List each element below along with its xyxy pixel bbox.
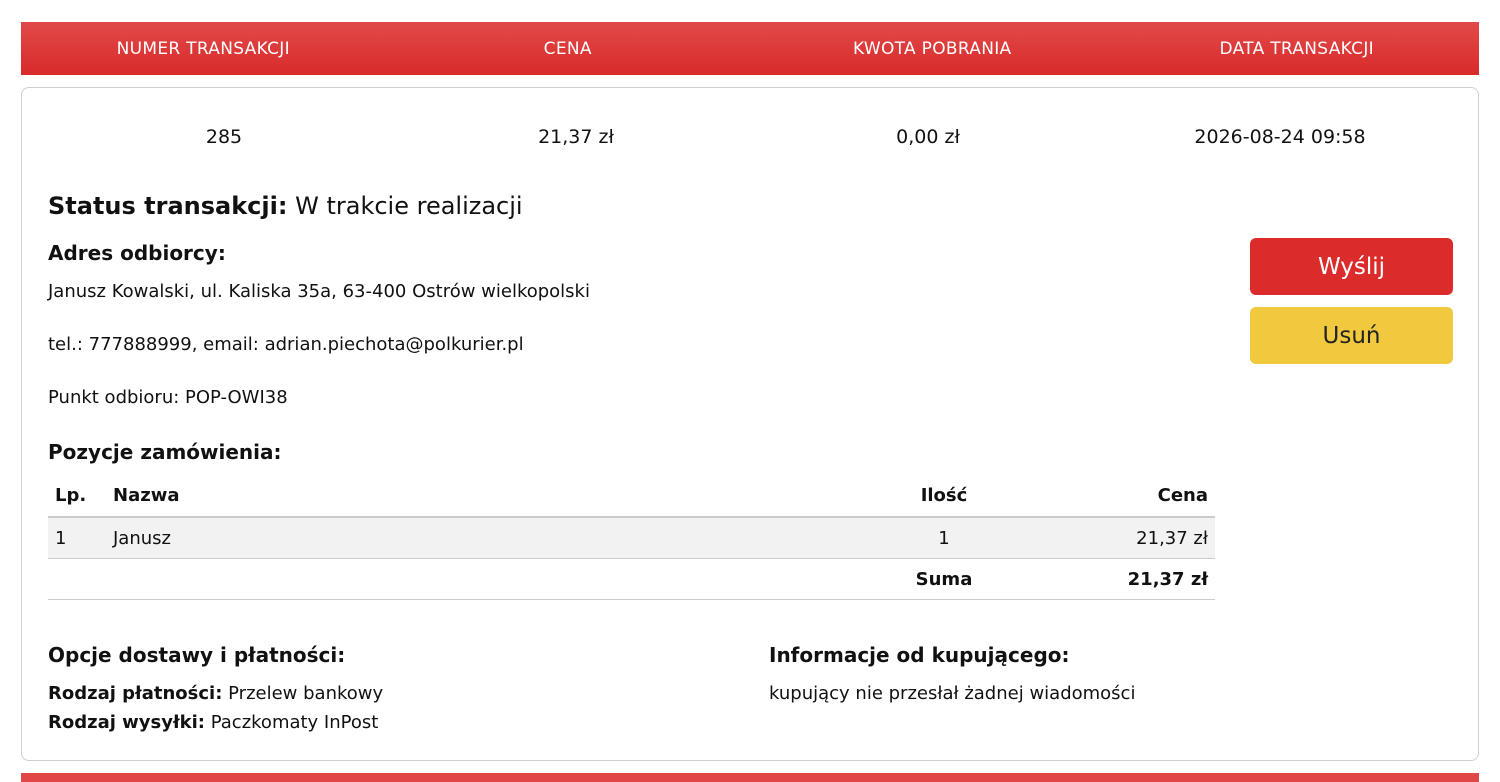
recipient-address: Janusz Kowalski, ul. Kaliska 35a, 63-400… bbox=[48, 281, 590, 302]
sum-row: Suma 21,37 zł bbox=[48, 558, 1215, 600]
delete-button[interactable]: Usuń bbox=[1250, 307, 1453, 364]
transaction-card: 285 21,37 zł 0,00 zł 2026-08-24 09:58 St… bbox=[21, 87, 1479, 761]
recipient-pickup-point: Punkt odbioru: POP-OWI38 bbox=[48, 387, 288, 408]
header-transaction-date: DATA TRANSAKCJI bbox=[1219, 38, 1374, 59]
column-header-name: Nazwa bbox=[106, 474, 887, 518]
transaction-date: 2026-08-24 09:58 bbox=[1194, 126, 1366, 148]
delivery-section-title: Opcje dostawy i płatności: bbox=[48, 643, 346, 667]
order-items-header-row: Lp. Nazwa Ilość Cena bbox=[48, 474, 1215, 518]
transaction-summary-row: 285 21,37 zł 0,00 zł 2026-08-24 09:58 bbox=[48, 126, 1456, 148]
transactions-table-header: NUMER TRANSAKCJI CENA KWOTA POBRANIA DAT… bbox=[21, 22, 1479, 75]
sum-value: 21,37 zł bbox=[1001, 558, 1215, 600]
transaction-cod-amount: 0,00 zł bbox=[896, 126, 960, 148]
recipient-contact: tel.: 777888999, email: adrian.piechota@… bbox=[48, 334, 524, 355]
transaction-number: 285 bbox=[205, 126, 243, 148]
shipping-type-label: Rodzaj wysyłki: bbox=[48, 712, 205, 733]
payment-type-label: Rodzaj płatności: bbox=[48, 683, 223, 704]
order-items-table: Lp. Nazwa Ilość Cena 1 Janusz 1 21,37 zł… bbox=[48, 474, 1215, 600]
column-header-price: Cena bbox=[1001, 474, 1215, 518]
next-transaction-header-edge bbox=[21, 773, 1479, 782]
transaction-status: Status transakcji: W trakcie realizacji bbox=[48, 192, 523, 220]
header-transaction-number: NUMER TRANSAKCJI bbox=[116, 38, 290, 59]
buyer-info-title: Informacje od kupującego: bbox=[769, 643, 1070, 667]
transaction-price: 21,37 zł bbox=[538, 126, 614, 148]
item-quantity: 1 bbox=[887, 517, 1001, 559]
shipping-type-value: Paczkomaty InPost bbox=[205, 712, 379, 733]
item-price: 21,37 zł bbox=[1001, 517, 1215, 559]
shipping-type: Rodzaj wysyłki: Paczkomaty InPost bbox=[48, 712, 378, 733]
transaction-page: NUMER TRANSAKCJI CENA KWOTA POBRANIA DAT… bbox=[0, 0, 1500, 782]
payment-type: Rodzaj płatności: Przelew bankowy bbox=[48, 683, 383, 704]
item-name: Janusz bbox=[106, 517, 887, 559]
send-button[interactable]: Wyślij bbox=[1250, 238, 1453, 295]
order-items-title: Pozycje zamówienia: bbox=[48, 440, 282, 464]
sum-label: Suma bbox=[887, 558, 1001, 600]
header-price: CENA bbox=[543, 38, 592, 59]
status-label: Status transakcji: bbox=[48, 192, 288, 220]
header-cod-amount: KWOTA POBRANIA bbox=[853, 38, 1012, 59]
recipient-section-title: Adres odbiorcy: bbox=[48, 241, 226, 265]
payment-type-value: Przelew bankowy bbox=[222, 683, 384, 704]
column-header-quantity: Ilość bbox=[887, 474, 1001, 518]
column-header-lp: Lp. bbox=[48, 474, 106, 518]
item-lp: 1 bbox=[48, 517, 106, 559]
status-value: W trakcie realizacji bbox=[287, 192, 523, 220]
table-row: 1 Janusz 1 21,37 zł bbox=[48, 517, 1215, 559]
buyer-message: kupujący nie przesłał żadnej wiadomości bbox=[769, 683, 1136, 704]
